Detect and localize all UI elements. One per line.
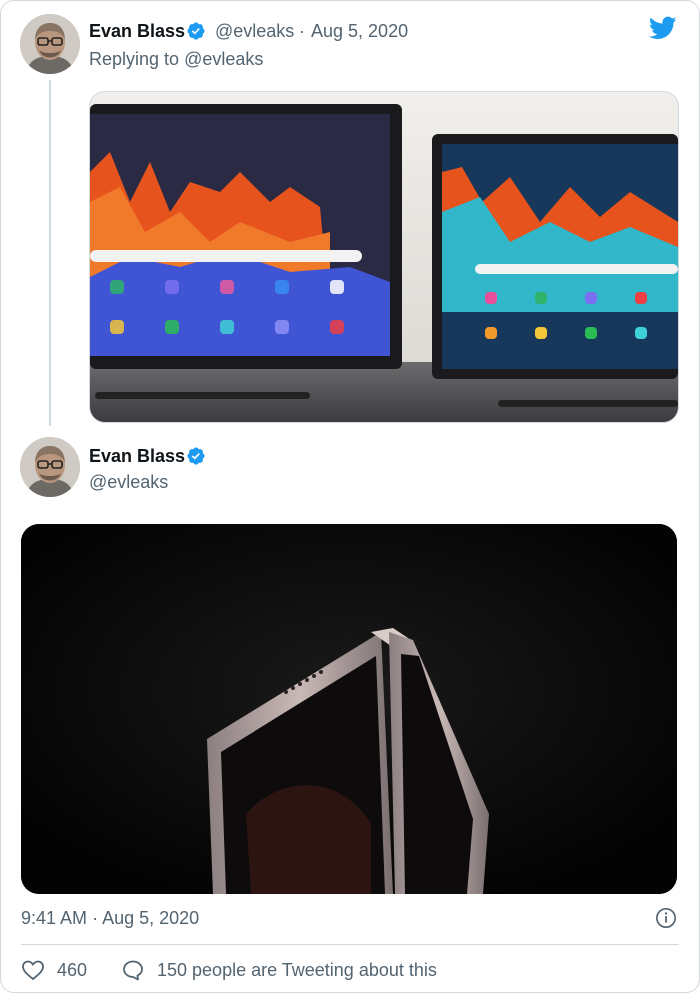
thread-line [49, 80, 51, 426]
author-handle[interactable]: @evleaks [215, 21, 294, 42]
conversation-text: 150 people are Tweeting about this [157, 959, 437, 980]
tweet-date: Aug 5, 2020 [102, 908, 200, 928]
like-button[interactable]: 460 [21, 958, 87, 982]
like-count: 460 [57, 959, 88, 980]
author-name[interactable]: Evan Blass [89, 446, 185, 467]
heart-icon [22, 960, 44, 981]
tweet-time: 9:41 AM [21, 908, 88, 928]
tweet-photo-tablets[interactable] [89, 91, 679, 423]
conversation-link[interactable]: 150 people are Tweeting about this [121, 958, 437, 982]
info-icon[interactable] [655, 907, 677, 929]
replying-prefix: Replying to [89, 49, 180, 69]
author-handle[interactable]: @evleaks [89, 472, 168, 493]
speech-bubble-icon [123, 960, 143, 981]
avatar[interactable] [20, 14, 80, 74]
author-name[interactable]: Evan Blass [89, 21, 185, 42]
replying-handle[interactable]: @evleaks [184, 49, 263, 69]
avatar[interactable] [20, 437, 80, 497]
tweet-timestamp[interactable]: 9:41 AM · Aug 5, 2020 [21, 908, 199, 929]
twitter-bird-icon[interactable] [648, 14, 678, 42]
replying-to: Replying to @evleaks [89, 49, 263, 70]
tweet-date[interactable]: Aug 5, 2020 [311, 21, 408, 42]
tweet-photo-foldable[interactable] [21, 524, 677, 894]
verified-badge-icon [187, 22, 205, 40]
verified-badge-icon [187, 447, 205, 465]
separator: · [92, 908, 99, 928]
divider [21, 944, 679, 945]
separator: · [299, 21, 305, 41]
